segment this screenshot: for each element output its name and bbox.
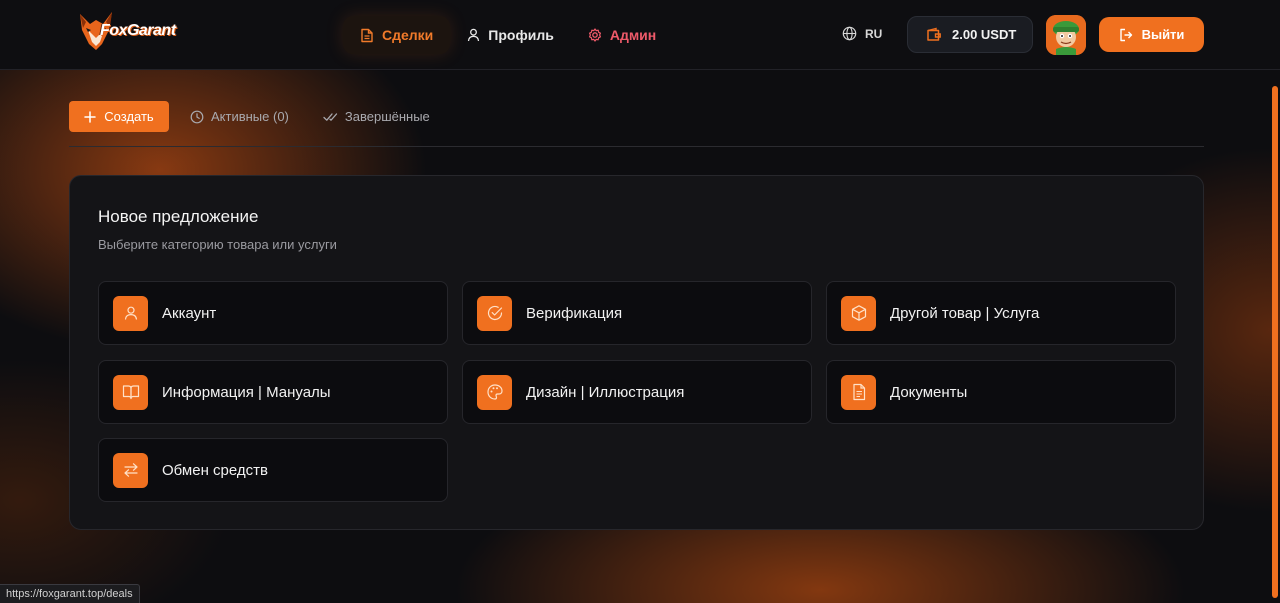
- nav-admin-label: Админ: [609, 27, 657, 43]
- category-label: Аккаунт: [162, 304, 217, 322]
- clock-icon: [190, 110, 204, 123]
- check-circle-icon: [477, 295, 512, 331]
- link-status-bar: https://foxgarant.top/deals: [0, 584, 140, 603]
- logout-icon: [1119, 28, 1132, 41]
- nav-deals[interactable]: Сделки: [343, 16, 451, 54]
- nav-deals-label: Сделки: [382, 27, 434, 43]
- nav-admin[interactable]: Админ: [571, 16, 673, 54]
- nav-profile[interactable]: Профиль: [450, 16, 571, 54]
- category-label: Информация | Мануалы: [162, 383, 331, 401]
- tab-completed[interactable]: Завершённые: [323, 109, 430, 124]
- category-exchange[interactable]: Обмен средств: [98, 438, 448, 502]
- main-nav: Сделки Профиль Админ: [343, 16, 673, 54]
- category-verification[interactable]: Верификация: [462, 281, 812, 345]
- deal-tabs: Создать Активные (0) Завершённые: [69, 101, 430, 132]
- balance-value: 2.00 USDT: [952, 27, 1017, 42]
- tab-completed-label: Завершённые: [344, 109, 430, 124]
- category-label: Верификация: [526, 304, 623, 322]
- globe-icon: [842, 26, 857, 41]
- balance-button[interactable]: 2.00 USDT: [907, 16, 1033, 53]
- gear-icon: [588, 28, 601, 42]
- category-label: Дизайн | Иллюстрация: [526, 383, 685, 401]
- logout-label: Выйти: [1141, 27, 1185, 42]
- logout-button[interactable]: Выйти: [1099, 17, 1204, 52]
- category-label: Документы: [890, 383, 968, 401]
- book-icon: [113, 374, 148, 410]
- panel-subtitle: Выберите категорию товара или услуги: [98, 237, 337, 252]
- palette-icon: [477, 374, 512, 410]
- box-icon: [841, 295, 876, 331]
- wallet-icon: [927, 27, 941, 41]
- tab-active-label: Активные (0): [211, 109, 289, 124]
- document-icon: [361, 28, 373, 42]
- category-info[interactable]: Информация | Мануалы: [98, 360, 448, 424]
- category-design[interactable]: Дизайн | Иллюстрация: [462, 360, 812, 424]
- create-label: Создать: [104, 109, 154, 124]
- language-switcher[interactable]: RU: [842, 26, 882, 41]
- document-icon: [841, 374, 876, 410]
- avatar-image: [1046, 15, 1086, 55]
- category-label: Обмен средств: [162, 461, 268, 479]
- top-navbar: FoxGarant Сделки Профиль Админ RU 2.00 U…: [0, 0, 1280, 70]
- category-label: Другой товар | Услуга: [890, 304, 1040, 322]
- user-icon: [468, 28, 480, 42]
- avatar[interactable]: [1046, 15, 1086, 55]
- tabs-divider: [69, 146, 1204, 147]
- double-check-icon: [323, 112, 338, 121]
- page-scrollbar[interactable]: [1272, 86, 1278, 598]
- exchange-icon: [113, 452, 148, 488]
- category-documents[interactable]: Документы: [826, 360, 1176, 424]
- panel-title: Новое предложение: [98, 207, 259, 226]
- status-url: https://foxgarant.top/deals: [6, 588, 133, 600]
- nav-profile-label: Профиль: [488, 27, 554, 43]
- user-icon: [113, 295, 148, 331]
- logo-text: FoxGarant: [100, 22, 176, 39]
- category-account[interactable]: Аккаунт: [98, 281, 448, 345]
- tab-active[interactable]: Активные (0): [190, 109, 289, 124]
- language-label: RU: [865, 26, 883, 41]
- new-offer-panel: Новое предложение Выберите категорию тов…: [69, 175, 1204, 530]
- plus-icon: [84, 110, 97, 123]
- create-button[interactable]: Создать: [69, 101, 169, 132]
- category-other[interactable]: Другой товар | Услуга: [826, 281, 1176, 345]
- foxgarant-logo[interactable]: FoxGarant: [76, 8, 180, 54]
